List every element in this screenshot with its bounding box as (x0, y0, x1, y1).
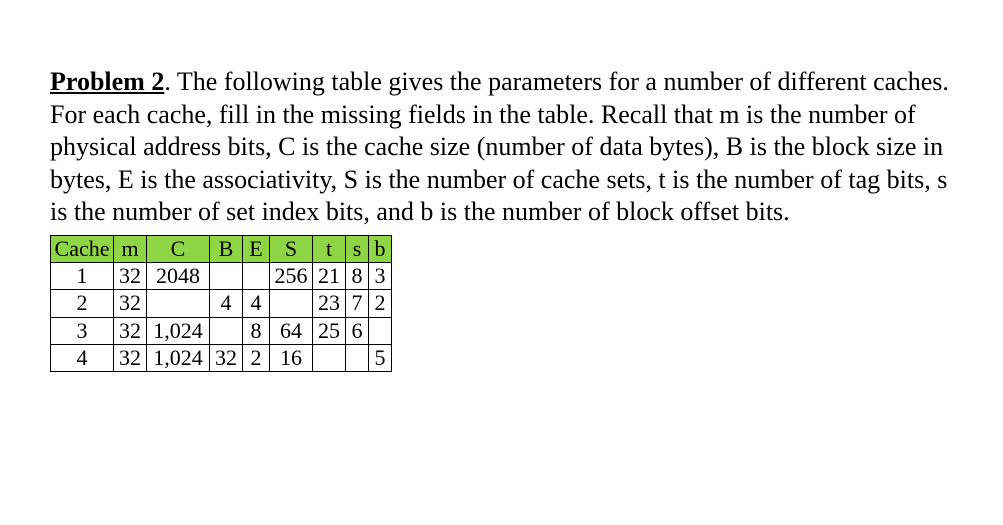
cell-S: 64 (270, 317, 313, 344)
cell-B (210, 317, 243, 344)
header-m: m (114, 235, 147, 262)
cell-S (270, 290, 313, 317)
problem-paragraph: Problem 2. The following table gives the… (50, 66, 953, 229)
table-row: 3 32 1,024 8 64 25 6 (51, 317, 392, 344)
table-header-row: Cache m C B E S t s b (51, 235, 392, 262)
cell-S: 16 (270, 345, 313, 372)
cell-C: 2048 (147, 262, 210, 289)
cell-S: 256 (270, 262, 313, 289)
header-S: S (270, 235, 313, 262)
cell-m: 32 (114, 262, 147, 289)
cell-b (369, 317, 392, 344)
cell-C: 1,024 (147, 317, 210, 344)
header-cache: Cache (51, 235, 114, 262)
header-s: s (346, 235, 369, 262)
cell-B: 32 (210, 345, 243, 372)
cell-b: 2 (369, 290, 392, 317)
problem-body: . The following table gives the paramete… (50, 67, 949, 226)
header-b: b (369, 235, 392, 262)
cell-cache: 4 (51, 345, 114, 372)
cache-table: Cache m C B E S t s b 1 32 2048 256 21 8… (50, 235, 392, 373)
cell-E (243, 262, 270, 289)
cell-cache: 2 (51, 290, 114, 317)
cell-t: 25 (313, 317, 346, 344)
cell-B (210, 262, 243, 289)
cell-s: 6 (346, 317, 369, 344)
header-E: E (243, 235, 270, 262)
cell-m: 32 (114, 317, 147, 344)
cell-s: 7 (346, 290, 369, 317)
table-row: 1 32 2048 256 21 8 3 (51, 262, 392, 289)
cell-C (147, 290, 210, 317)
cell-m: 32 (114, 290, 147, 317)
cell-m: 32 (114, 345, 147, 372)
header-C: C (147, 235, 210, 262)
cell-B: 4 (210, 290, 243, 317)
cell-b: 5 (369, 345, 392, 372)
cell-E: 8 (243, 317, 270, 344)
header-t: t (313, 235, 346, 262)
cell-t: 21 (313, 262, 346, 289)
cell-t (313, 345, 346, 372)
problem-title: Problem 2 (50, 67, 164, 96)
cell-cache: 1 (51, 262, 114, 289)
cell-t: 23 (313, 290, 346, 317)
cell-E: 2 (243, 345, 270, 372)
cell-E: 4 (243, 290, 270, 317)
cell-C: 1,024 (147, 345, 210, 372)
header-B: B (210, 235, 243, 262)
cell-b: 3 (369, 262, 392, 289)
cell-s: 8 (346, 262, 369, 289)
table-row: 4 32 1,024 32 2 16 5 (51, 345, 392, 372)
table-row: 2 32 4 4 23 7 2 (51, 290, 392, 317)
cell-cache: 3 (51, 317, 114, 344)
cell-s (346, 345, 369, 372)
